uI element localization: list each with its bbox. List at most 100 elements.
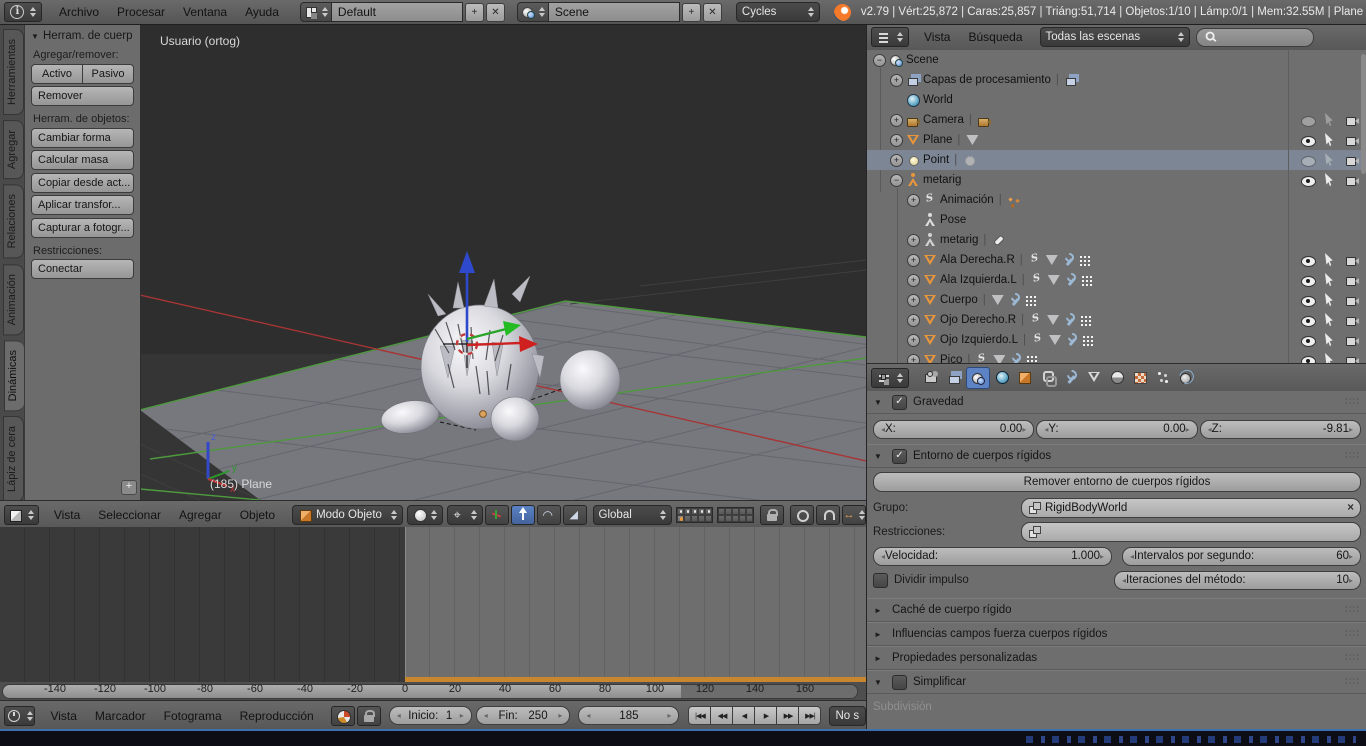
outliner-row-capas-de-procesamiento[interactable]: +Capas de procesamiento| — [867, 70, 1366, 90]
add-scene-button[interactable]: + — [682, 3, 701, 22]
renderability-toggle[interactable] — [1345, 333, 1359, 347]
scale-manipulator-button[interactable] — [563, 505, 587, 525]
layer-cell[interactable] — [705, 508, 712, 515]
pivot-point-dropdown[interactable] — [447, 505, 483, 525]
editor-type-selector-3d[interactable] — [4, 505, 39, 525]
layer-cell[interactable] — [698, 515, 705, 522]
timeline-ruler-scrollbar[interactable]: -140-120-100-80-60-40-200204060801001201… — [0, 682, 866, 700]
timeline-menu-vista[interactable]: Vista — [50, 709, 76, 723]
outliner-row-pose[interactable]: Pose — [867, 210, 1366, 230]
visibility-toggle[interactable] — [1301, 336, 1315, 345]
renderability-toggle[interactable] — [1345, 353, 1359, 363]
panel-drag-handle[interactable]: ∷∷ — [1345, 677, 1360, 688]
screen-layout-selector[interactable]: Default + ✕ — [300, 2, 505, 22]
outliner-row-ala-izquierda-l[interactable]: +Ala Izquierda.L| — [867, 270, 1366, 290]
outliner-row-cuerpo[interactable]: +Cuerpo| — [867, 290, 1366, 310]
prev-keyframe-button[interactable]: ◀◀ — [710, 706, 733, 725]
outliner-menu-busqueda[interactable]: Búsqueda — [968, 30, 1022, 44]
outliner-row-plane[interactable]: +Plane| — [867, 130, 1366, 150]
proportional-edit-button[interactable] — [790, 505, 814, 525]
layer-cell[interactable] — [732, 515, 739, 522]
add-layout-button[interactable]: + — [465, 3, 484, 22]
collapse-icon[interactable]: − — [873, 54, 886, 67]
editor-type-selector-properties[interactable] — [871, 368, 909, 388]
tool-tab-herramientas[interactable]: Herramientas — [3, 29, 24, 115]
remove-rigid-body-world-button[interactable]: Remover entorno de cuerpos rígidos — [873, 472, 1361, 492]
sync-dropdown[interactable]: No s — [829, 706, 866, 726]
expand-icon[interactable]: + — [890, 74, 903, 87]
activo-button[interactable]: Activo — [31, 64, 83, 84]
layer-cell[interactable] — [725, 515, 732, 522]
selectability-toggle[interactable] — [1323, 153, 1337, 167]
selectability-toggle[interactable] — [1323, 313, 1337, 327]
expand-icon[interactable]: + — [907, 294, 920, 307]
panel-header-gravity[interactable]: ▼ ✓ Gravedad ∷∷ — [867, 391, 1366, 414]
expand-icon[interactable]: + — [907, 354, 920, 364]
layer-cell[interactable] — [739, 508, 746, 515]
renderability-toggle[interactable] — [1345, 313, 1359, 327]
visibility-toggle[interactable] — [1301, 136, 1315, 145]
gravity-y-field[interactable]: ◂ Y: 0.00 ▸ — [1036, 420, 1197, 439]
panel-drag-handle[interactable]: ∷∷ — [1345, 451, 1360, 462]
editor-type-selector-info[interactable] — [4, 2, 42, 22]
outliner-row-scene[interactable]: −Scene — [867, 50, 1366, 70]
record-autokey-button[interactable] — [331, 706, 355, 726]
clear-group-icon[interactable]: × — [1347, 502, 1354, 514]
layer-cell[interactable] — [732, 508, 739, 515]
menu-ventana[interactable]: Ventana — [183, 5, 227, 19]
visibility-toggle[interactable] — [1301, 356, 1315, 364]
visibility-toggle[interactable] — [1301, 276, 1315, 285]
outliner-row-ala-derecha-r[interactable]: +Ala Derecha.R| — [867, 250, 1366, 270]
layer-cell[interactable] — [698, 508, 705, 515]
editor-type-selector-timeline[interactable] — [4, 706, 35, 726]
viewport-menu-vista[interactable]: Vista — [54, 508, 80, 522]
properties-tab-world[interactable] — [991, 367, 1013, 387]
menu-archivo[interactable]: Archivo — [59, 5, 99, 19]
renderability-toggle[interactable] — [1345, 113, 1359, 127]
rigid-body-world-checkbox[interactable]: ✓ — [892, 449, 907, 464]
cambiar-forma-button[interactable]: Cambiar forma — [31, 128, 134, 148]
outliner-row-camera[interactable]: +Camera| — [867, 110, 1366, 130]
scene-selector[interactable]: Scene + ✕ — [517, 2, 722, 22]
expand-icon[interactable]: + — [907, 334, 920, 347]
menu-procesar[interactable]: Procesar — [117, 5, 165, 19]
selectability-toggle[interactable] — [1323, 333, 1337, 347]
frame-end-field[interactable]: ◂ Fin: 250 ▸ — [476, 706, 571, 725]
timeline-canvas[interactable] — [0, 527, 866, 682]
layer-cell[interactable] — [718, 515, 725, 522]
outliner-row-animacion[interactable]: +Animación| — [867, 190, 1366, 210]
expand-icon[interactable]: + — [890, 134, 903, 147]
translate-manipulator-button[interactable] — [511, 505, 535, 525]
selectability-toggle[interactable] — [1323, 173, 1337, 187]
renderability-toggle[interactable] — [1345, 253, 1359, 267]
gravity-x-field[interactable]: ◂ X: 0.00 ▸ — [873, 420, 1034, 439]
render-engine-dropdown[interactable]: Cycles — [736, 2, 820, 22]
gravity-z-field[interactable]: ◂ Z: -9.81 ▸ — [1200, 420, 1361, 439]
pasivo-button[interactable]: Pasivo — [83, 64, 134, 84]
outliner-scope-dropdown[interactable]: Todas las escenas — [1040, 27, 1190, 47]
layer-cell[interactable] — [691, 515, 698, 522]
group-field[interactable]: RigidBodyWorld × — [1021, 498, 1361, 518]
right-sphere-object[interactable] — [560, 350, 620, 410]
expand-icon[interactable]: + — [890, 114, 903, 127]
layer-cell[interactable] — [725, 508, 732, 515]
properties-tab-scene[interactable] — [966, 367, 990, 389]
add-shelf-tab-button[interactable]: + — [121, 480, 137, 495]
viewport-canvas[interactable]: z y x Usuario (ortog) (185) Plane — [140, 24, 866, 500]
properties-tab-material[interactable] — [1106, 367, 1128, 387]
properties-tab-modifiers[interactable] — [1060, 367, 1082, 387]
panel-drag-handle[interactable]: ∷∷ — [1345, 605, 1360, 616]
gravity-checkbox[interactable]: ✓ — [892, 395, 907, 410]
transform-orientation-dropdown[interactable]: Global — [593, 505, 672, 525]
frame-start-field[interactable]: ◂ Inicio: 1 ▸ — [389, 706, 472, 725]
layer-cell[interactable] — [684, 508, 691, 515]
tool-tab-lapiz-de-cera[interactable]: Lápiz de cera — [3, 416, 24, 500]
solver-iterations-field[interactable]: ◂ Iteraciones del método: 10 ▸ — [1114, 571, 1361, 590]
layer-cell[interactable] — [718, 508, 725, 515]
tool-tab-animacion[interactable]: Animación — [3, 264, 24, 335]
screen-layout-value[interactable]: Default — [332, 2, 463, 22]
renderability-toggle[interactable] — [1345, 153, 1359, 167]
panel-header-propiedades-personalizadas[interactable]: ►Propiedades personalizadas∷∷ — [867, 646, 1366, 670]
properties-tab-render-layers[interactable] — [943, 367, 965, 387]
visibility-toggle[interactable] — [1301, 256, 1315, 265]
